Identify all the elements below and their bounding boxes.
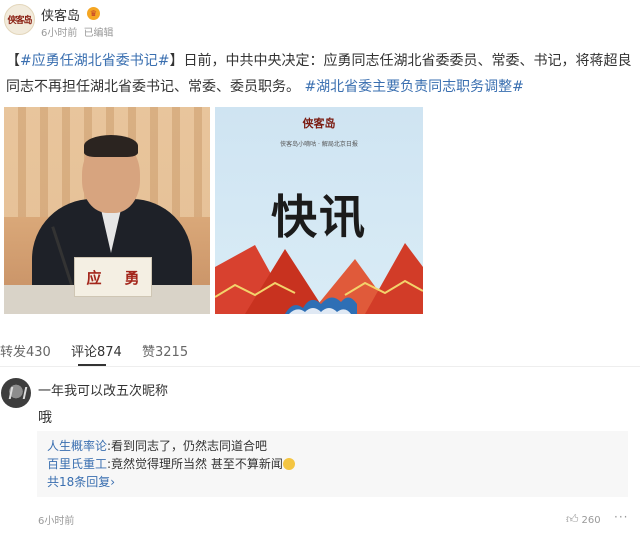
post-meta: 6小时前 已编辑 — [41, 24, 117, 39]
vip-crown-icon: ♛ — [87, 7, 100, 20]
news-flash-card[interactable]: 侠客岛 侠客岛小嘀咕 · 解局北京日报 快讯 — [215, 107, 423, 314]
commenter-name[interactable]: 一年我可以改五次昵称 — [38, 380, 168, 399]
comment-like-button[interactable]: 👍︎ 260 — [566, 512, 601, 527]
card-slogan: 侠客岛小嘀咕 · 解局北京日报 — [280, 141, 358, 148]
author-name[interactable]: 侠客岛 — [41, 5, 80, 24]
commenter-avatar[interactable] — [1, 378, 31, 408]
more-replies-label: 共18条回复 — [47, 475, 111, 489]
topic-link-secondary[interactable]: #湖北省委主要负责同志职务调整# — [304, 79, 523, 95]
reply-item: 百里氏重工:竟然觉得理所当然 甚至不算新闻 — [47, 455, 618, 473]
post-time: 6小时前 — [41, 28, 78, 39]
thumbs-up-icon: 👍︎ — [566, 512, 579, 526]
nameplate: 应 勇 — [74, 257, 152, 297]
comment-tab[interactable]: 评论874 — [71, 341, 122, 360]
nameplate-char-2: 勇 — [124, 268, 140, 287]
photo-hair — [84, 135, 138, 157]
author-avatar[interactable]: 侠客岛 — [4, 4, 35, 35]
post-stats-bar: 转发430 评论874 赞3215 — [0, 333, 640, 367]
ellipsis-icon[interactable]: ··· — [614, 510, 628, 524]
open-bracket: 【 — [6, 53, 20, 69]
reply-list: 人生概率论:看到同志了，仍然志同道合吧 百里氏重工:竟然觉得理所当然 甚至不算新… — [37, 431, 628, 497]
comment-time: 6小时前 — [38, 516, 75, 527]
post-header: 侠客岛 侠客岛 ♛ 6小时前 已编辑 — [0, 0, 640, 40]
card-logo: 侠客岛 — [302, 117, 336, 130]
laugh-emoji-icon — [282, 458, 295, 470]
edited-label: 已编辑 — [83, 28, 114, 39]
post-text: 【#应勇任湖北省委书记#】日前，中共中央决定：应勇同志任湖北省委委员、常委、书记… — [6, 48, 632, 100]
nameplate-char-1: 应 — [86, 268, 102, 287]
comment-text: 哦 — [38, 410, 52, 426]
reply-author[interactable]: 百里氏重工 — [47, 457, 107, 471]
reply-author[interactable]: 人生概率论 — [47, 439, 107, 453]
reply-item: 人生概率论:看到同志了，仍然志同道合吧 — [47, 437, 618, 455]
view-all-replies-link[interactable]: 共18条回复› — [47, 473, 618, 491]
chevron-right-icon: › — [110, 475, 116, 489]
comment-like-count: 260 — [581, 515, 601, 526]
topic-link-primary[interactable]: #应勇任湖北省委书记# — [20, 53, 169, 69]
post-photo[interactable]: 应 勇 — [4, 107, 210, 314]
active-tab-indicator — [78, 364, 106, 366]
repost-tab[interactable]: 转发430 — [0, 341, 51, 360]
mountain-illustration — [215, 243, 423, 314]
reply-text: :竟然觉得理所当然 甚至不算新闻 — [107, 457, 283, 471]
like-tab[interactable]: 赞3215 — [142, 341, 188, 360]
reply-text: :看到同志了，仍然志同道合吧 — [107, 439, 268, 453]
